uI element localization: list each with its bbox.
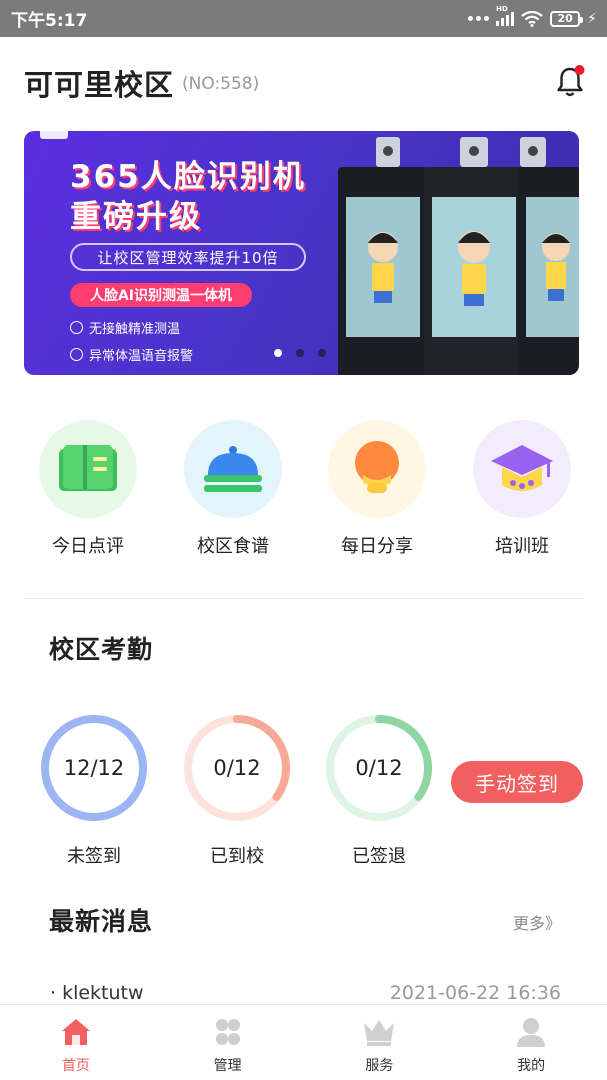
- quick-item-label: 培训班: [495, 536, 549, 557]
- attendance-label: 未签到: [67, 846, 121, 867]
- tab-service[interactable]: 服务: [304, 1005, 456, 1080]
- banner-logo: [40, 131, 68, 139]
- graduation-cap-icon: [491, 445, 553, 491]
- attendance-value: 12/12: [63, 756, 125, 780]
- banner-headline-line1: 365人脸识别机: [70, 159, 306, 195]
- crown-icon: [364, 1020, 395, 1046]
- bottom-tab-bar: 首页 管理 服务 我的: [0, 1004, 607, 1080]
- manual-checkin-button[interactable]: 手动签到: [451, 761, 583, 803]
- news-item[interactable]: · klektutw 2021-06-22 16:36: [50, 982, 561, 1004]
- thermometer-icon: [70, 321, 83, 334]
- status-bar: 下午5:17 HD 20 ⚡: [0, 0, 607, 37]
- tab-manage[interactable]: 管理: [152, 1005, 304, 1080]
- attendance-value: 0/12: [355, 756, 403, 780]
- tab-label: 管理: [213, 1058, 242, 1074]
- food-cloche-icon: [204, 446, 262, 492]
- tab-label: 我的: [517, 1058, 546, 1074]
- quick-item-training[interactable]: 培训班: [462, 420, 582, 558]
- lightbulb-icon: [355, 441, 399, 493]
- page-title: 可可里校区: [24, 68, 175, 102]
- quick-item-icon-bg: [328, 420, 426, 518]
- promo-banner[interactable]: 365人脸识别机 重磅升级 让校区管理效率提升10倍 人脸AI识别测温一体机 无…: [24, 131, 579, 375]
- quick-item-label: 每日分享: [341, 536, 413, 557]
- tab-label: 首页: [61, 1058, 90, 1074]
- app-header: 可可里校区 (NO:558): [0, 37, 607, 129]
- quick-item-label: 校区食谱: [197, 536, 269, 557]
- school-number: (NO:558): [182, 74, 260, 94]
- tab-label: 服务: [365, 1058, 394, 1074]
- quick-item-daily-share[interactable]: 每日分享: [317, 420, 437, 558]
- notification-dot: [574, 65, 585, 75]
- banner-pager[interactable]: [274, 349, 326, 357]
- quick-item-icon-bg: [473, 420, 571, 518]
- banner-tag: 人脸AI识别测温一体机: [70, 283, 252, 307]
- quick-menu: 今日点评 校区食谱 每日分享 培训班: [24, 420, 583, 570]
- attendance-label: 已签退: [352, 846, 406, 867]
- charging-icon: ⚡: [587, 10, 597, 27]
- signal-icon: HD: [496, 5, 515, 26]
- more-news-link[interactable]: 更多》: [513, 910, 561, 934]
- status-icons: HD 20 ⚡: [468, 5, 597, 27]
- home-icon: [61, 1019, 90, 1045]
- banner-feature: 异常体温语音报警: [70, 345, 193, 364]
- quick-item-daily-review[interactable]: 今日点评: [28, 420, 148, 558]
- wifi-icon: [521, 10, 543, 27]
- network-type-label: HD: [496, 4, 508, 13]
- banner-subtitle: 让校区管理效率提升10倍: [70, 243, 306, 271]
- news-item-text: · klektutw: [50, 982, 144, 1004]
- quick-item-label: 今日点评: [52, 536, 124, 557]
- quick-item-menu[interactable]: 校区食谱: [173, 420, 293, 558]
- book-icon: [59, 445, 117, 491]
- pager-dot[interactable]: [318, 349, 326, 357]
- tab-mine[interactable]: 我的: [455, 1005, 607, 1080]
- quick-item-icon-bg: [39, 420, 137, 518]
- notification-bell-icon[interactable]: [555, 64, 585, 98]
- grid-icon: [215, 1019, 240, 1045]
- banner-feature: 无接触精准测温: [70, 318, 180, 337]
- attendance-title: 校区考勤: [49, 630, 154, 666]
- news-item-date: 2021-06-22 16:36: [389, 982, 561, 1004]
- attendance-ring-arrived: 0/12: [182, 713, 292, 823]
- tab-home[interactable]: 首页: [0, 1005, 152, 1080]
- quick-item-icon-bg: [184, 420, 282, 518]
- user-icon: [517, 1018, 546, 1047]
- banner-headline-line2: 重磅升级: [70, 199, 202, 235]
- attendance-ring-not-signed: 12/12: [39, 713, 149, 823]
- alert-icon: [70, 348, 83, 361]
- more-dots-icon: [468, 16, 490, 21]
- attendance-label: 已到校: [210, 846, 264, 867]
- section-divider: [24, 598, 583, 599]
- battery-level: 20: [557, 12, 573, 25]
- battery-icon: 20: [550, 10, 584, 27]
- news-title: 最新消息: [49, 902, 154, 938]
- attendance-value: 0/12: [213, 756, 261, 780]
- status-time: 下午5:17: [11, 11, 88, 31]
- pager-dot[interactable]: [274, 349, 282, 357]
- pager-dot[interactable]: [296, 349, 304, 357]
- face-recognition-machines-image: [338, 137, 579, 375]
- attendance-ring-signed-out: 0/12: [324, 713, 434, 823]
- banner-headline: 365人脸识别机 重磅升级: [70, 157, 306, 237]
